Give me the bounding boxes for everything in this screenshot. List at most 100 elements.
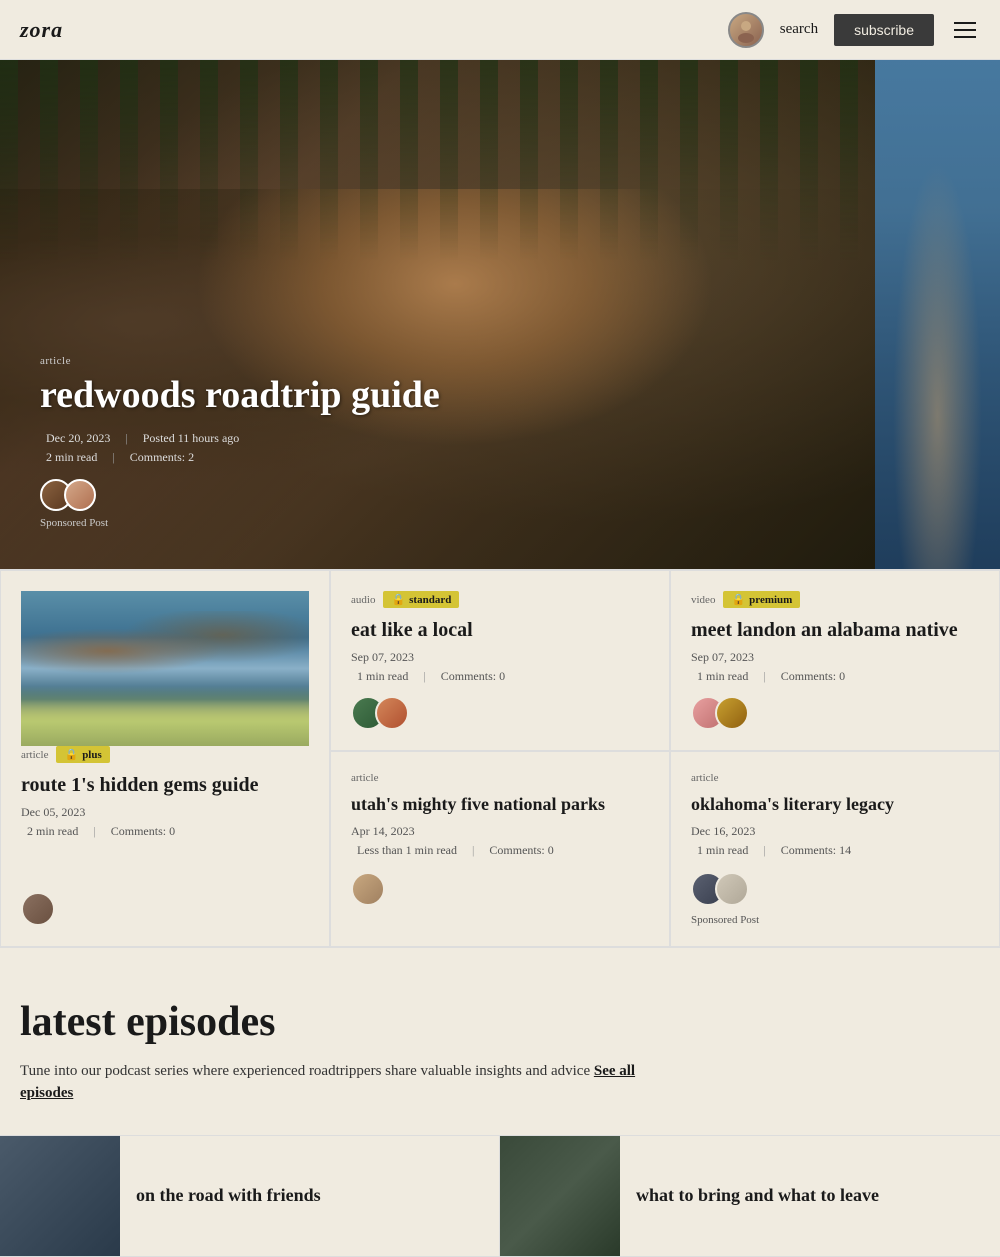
hero-posted: Posted 11 hours ago <box>143 431 240 445</box>
card-title-eat: eat like a local <box>351 618 649 642</box>
card-meet-landon[interactable]: video 🔒 premium meet landon an alabama n… <box>670 570 1000 751</box>
card-route-1[interactable]: article 🔒 plus route 1's hidden gems gui… <box>0 570 330 947</box>
card-type-article: article <box>21 749 48 761</box>
episode-info-2: what to bring and what to leave <box>620 1136 895 1256</box>
card-image-coastal <box>21 591 309 746</box>
episode-title-1: on the road with friends <box>136 1185 321 1207</box>
card-read-utah: Less than 1 min read <box>357 843 457 857</box>
badge-icon: 🔒 <box>391 593 405 606</box>
episode-card-1[interactable]: on the road with friends <box>0 1136 500 1257</box>
badge-label-premium: premium <box>749 594 792 606</box>
card-type-video: video <box>691 594 715 606</box>
hero-overlay: article redwoods roadtrip guide Dec 20, … <box>40 355 440 529</box>
badge-premium: 🔒 premium <box>723 591 800 608</box>
card-avatar-landon-2 <box>715 696 749 730</box>
hero-date-meta: Dec 20, 2023 | Posted 11 hours ago <box>40 431 440 446</box>
card-tag-row-5: article <box>691 772 979 784</box>
card-comments-eat: Comments: 0 <box>441 669 505 683</box>
badge-icon-premium: 🔒 <box>731 593 745 606</box>
card-tag-row-4: article <box>351 772 649 784</box>
card-avatar-eat-2 <box>375 696 409 730</box>
hero-main[interactable]: article redwoods roadtrip guide Dec 20, … <box>0 60 875 569</box>
card-tag-row-1: audio 🔒 standard <box>351 591 649 608</box>
card-type-audio: audio <box>351 594 375 606</box>
card-title-oklahoma: oklahoma's literary legacy <box>691 794 979 816</box>
card-avatar-utah-1 <box>351 872 385 906</box>
hero-sep-1: | <box>125 431 127 445</box>
card-read-route: 2 min read <box>27 824 78 838</box>
episode-card-2[interactable]: what to bring and what to leave <box>500 1136 1000 1257</box>
site-header: zora search subscribe <box>0 0 1000 60</box>
hero-side-image[interactable] <box>875 60 1000 569</box>
card-read-eat: 1 min read <box>357 669 408 683</box>
section-desc-text: Tune into our podcast series where exper… <box>20 1063 590 1079</box>
episode-cards-grid: on the road with friends what to bring a… <box>0 1135 1000 1257</box>
card-comments-landon: Comments: 0 <box>781 669 845 683</box>
card-read-oklahoma: 1 min read <box>697 843 748 857</box>
card-date-eat: Sep 07, 2023 <box>351 650 649 665</box>
hero-comments: Comments: 2 <box>130 450 194 464</box>
site-logo[interactable]: zora <box>20 17 63 43</box>
card-utah[interactable]: article utah's mighty five national park… <box>330 751 670 947</box>
card-avatars-route <box>21 892 309 926</box>
cards-grid: audio 🔒 standard eat like a local Sep 07… <box>0 570 1000 948</box>
badge-plus: 🔒 plus <box>56 746 109 763</box>
card-date-landon: Sep 07, 2023 <box>691 650 979 665</box>
episode-image-1 <box>0 1136 120 1256</box>
hero-date: Dec 20, 2023 <box>46 431 110 445</box>
card-sponsored-oklahoma: Sponsored Post <box>691 914 979 926</box>
card-meta-oklahoma: 1 min read | Comments: 14 <box>691 843 979 858</box>
subscribe-button[interactable]: subscribe <box>834 14 934 46</box>
card-meta-eat: 1 min read | Comments: 0 <box>351 669 649 684</box>
card-comments-utah: Comments: 0 <box>489 843 553 857</box>
card-tag-row-3: video 🔒 premium <box>691 591 979 608</box>
card-avatars-oklahoma <box>691 872 979 906</box>
card-date-route: Dec 05, 2023 <box>21 805 309 820</box>
header-right: search subscribe <box>728 12 980 48</box>
badge-label-plus: plus <box>82 749 102 761</box>
badge-standard: 🔒 standard <box>383 591 459 608</box>
card-title-route: route 1's hidden gems guide <box>21 773 309 797</box>
card-avatar-oklahoma-2 <box>715 872 749 906</box>
hamburger-line-3 <box>954 36 976 38</box>
card-avatars-eat <box>351 696 649 730</box>
episode-thumb-1 <box>0 1136 120 1256</box>
card-type-utah: article <box>351 772 378 784</box>
badge-label: standard <box>409 594 451 606</box>
hero-avatars <box>40 479 440 511</box>
card-avatars-landon <box>691 696 979 730</box>
episode-thumb-2 <box>500 1136 620 1256</box>
hero-read-meta: 2 min read | Comments: 2 <box>40 450 440 465</box>
section-desc-episodes: Tune into our podcast series where exper… <box>20 1060 660 1105</box>
episode-title-2: what to bring and what to leave <box>636 1185 879 1207</box>
card-date-utah: Apr 14, 2023 <box>351 824 649 839</box>
card-read-landon: 1 min read <box>697 669 748 683</box>
search-link[interactable]: search <box>780 21 818 38</box>
hamburger-line-1 <box>954 22 976 24</box>
hero-sponsored: Sponsored Post <box>40 517 440 529</box>
card-eat-like-local[interactable]: audio 🔒 standard eat like a local Sep 07… <box>330 570 670 751</box>
card-meta-route: 2 min read | Comments: 0 <box>21 824 309 839</box>
hamburger-menu[interactable] <box>950 18 980 42</box>
badge-icon-plus: 🔒 <box>64 748 78 761</box>
hero-read-time: 2 min read <box>46 450 97 464</box>
hero-avatar-2 <box>64 479 96 511</box>
card-title-utah: utah's mighty five national parks <box>351 794 649 816</box>
card-type-oklahoma: article <box>691 772 718 784</box>
card-meta-utah: Less than 1 min read | Comments: 0 <box>351 843 649 858</box>
hero-sep-2: | <box>112 450 114 464</box>
hamburger-line-2 <box>954 29 976 31</box>
card-oklahoma[interactable]: article oklahoma's literary legacy Dec 1… <box>670 751 1000 947</box>
card-meta-landon: 1 min read | Comments: 0 <box>691 669 979 684</box>
latest-episodes-section: latest episodes Tune into our podcast se… <box>0 948 1000 1135</box>
hero-title: redwoods roadtrip guide <box>40 375 440 417</box>
card-title-landon: meet landon an alabama native <box>691 618 979 642</box>
card-tag-row-2: article 🔒 plus <box>21 746 309 763</box>
card-date-oklahoma: Dec 16, 2023 <box>691 824 979 839</box>
card-comments-route: Comments: 0 <box>111 824 175 838</box>
episode-image-2 <box>500 1136 620 1256</box>
section-title-episodes: latest episodes <box>20 998 980 1046</box>
user-avatar[interactable] <box>728 12 764 48</box>
hero-tag: article <box>40 355 440 367</box>
card-avatars-utah <box>351 872 649 906</box>
